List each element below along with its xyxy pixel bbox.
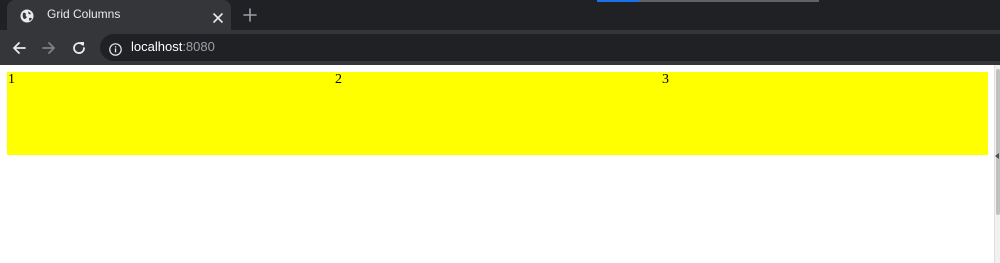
grid-container: 1 2 3 xyxy=(7,72,988,155)
plus-icon[interactable] xyxy=(242,7,258,23)
globe-icon xyxy=(20,8,34,23)
scroll-arrow-icon xyxy=(995,153,999,159)
reload-icon[interactable] xyxy=(71,40,87,56)
arrow-right-icon[interactable] xyxy=(41,40,57,56)
scrollbar-thumb[interactable] xyxy=(996,69,1000,215)
browser-toolbar: localhost:8080 xyxy=(0,30,1000,65)
tab-strip: Grid Columns xyxy=(0,0,1000,30)
url-port: :8080 xyxy=(182,39,215,54)
grid-cell-3: 3 xyxy=(662,72,669,87)
url-text: localhost:8080 xyxy=(131,39,215,54)
page-viewport: 1 2 3 xyxy=(0,65,1000,263)
grid-cell-1: 1 xyxy=(8,72,15,87)
close-icon[interactable] xyxy=(212,9,224,23)
tabstrip-divider xyxy=(597,0,819,2)
grid-cell-2: 2 xyxy=(335,72,342,87)
vertical-scrollbar[interactable] xyxy=(994,65,1000,263)
tab-title: Grid Columns xyxy=(47,7,121,21)
arrow-left-icon[interactable] xyxy=(11,40,27,56)
url-host: localhost xyxy=(131,39,183,54)
info-icon[interactable] xyxy=(109,41,122,56)
address-bar[interactable]: localhost:8080 xyxy=(100,34,1000,61)
tab-grid-columns[interactable]: Grid Columns xyxy=(7,0,231,30)
